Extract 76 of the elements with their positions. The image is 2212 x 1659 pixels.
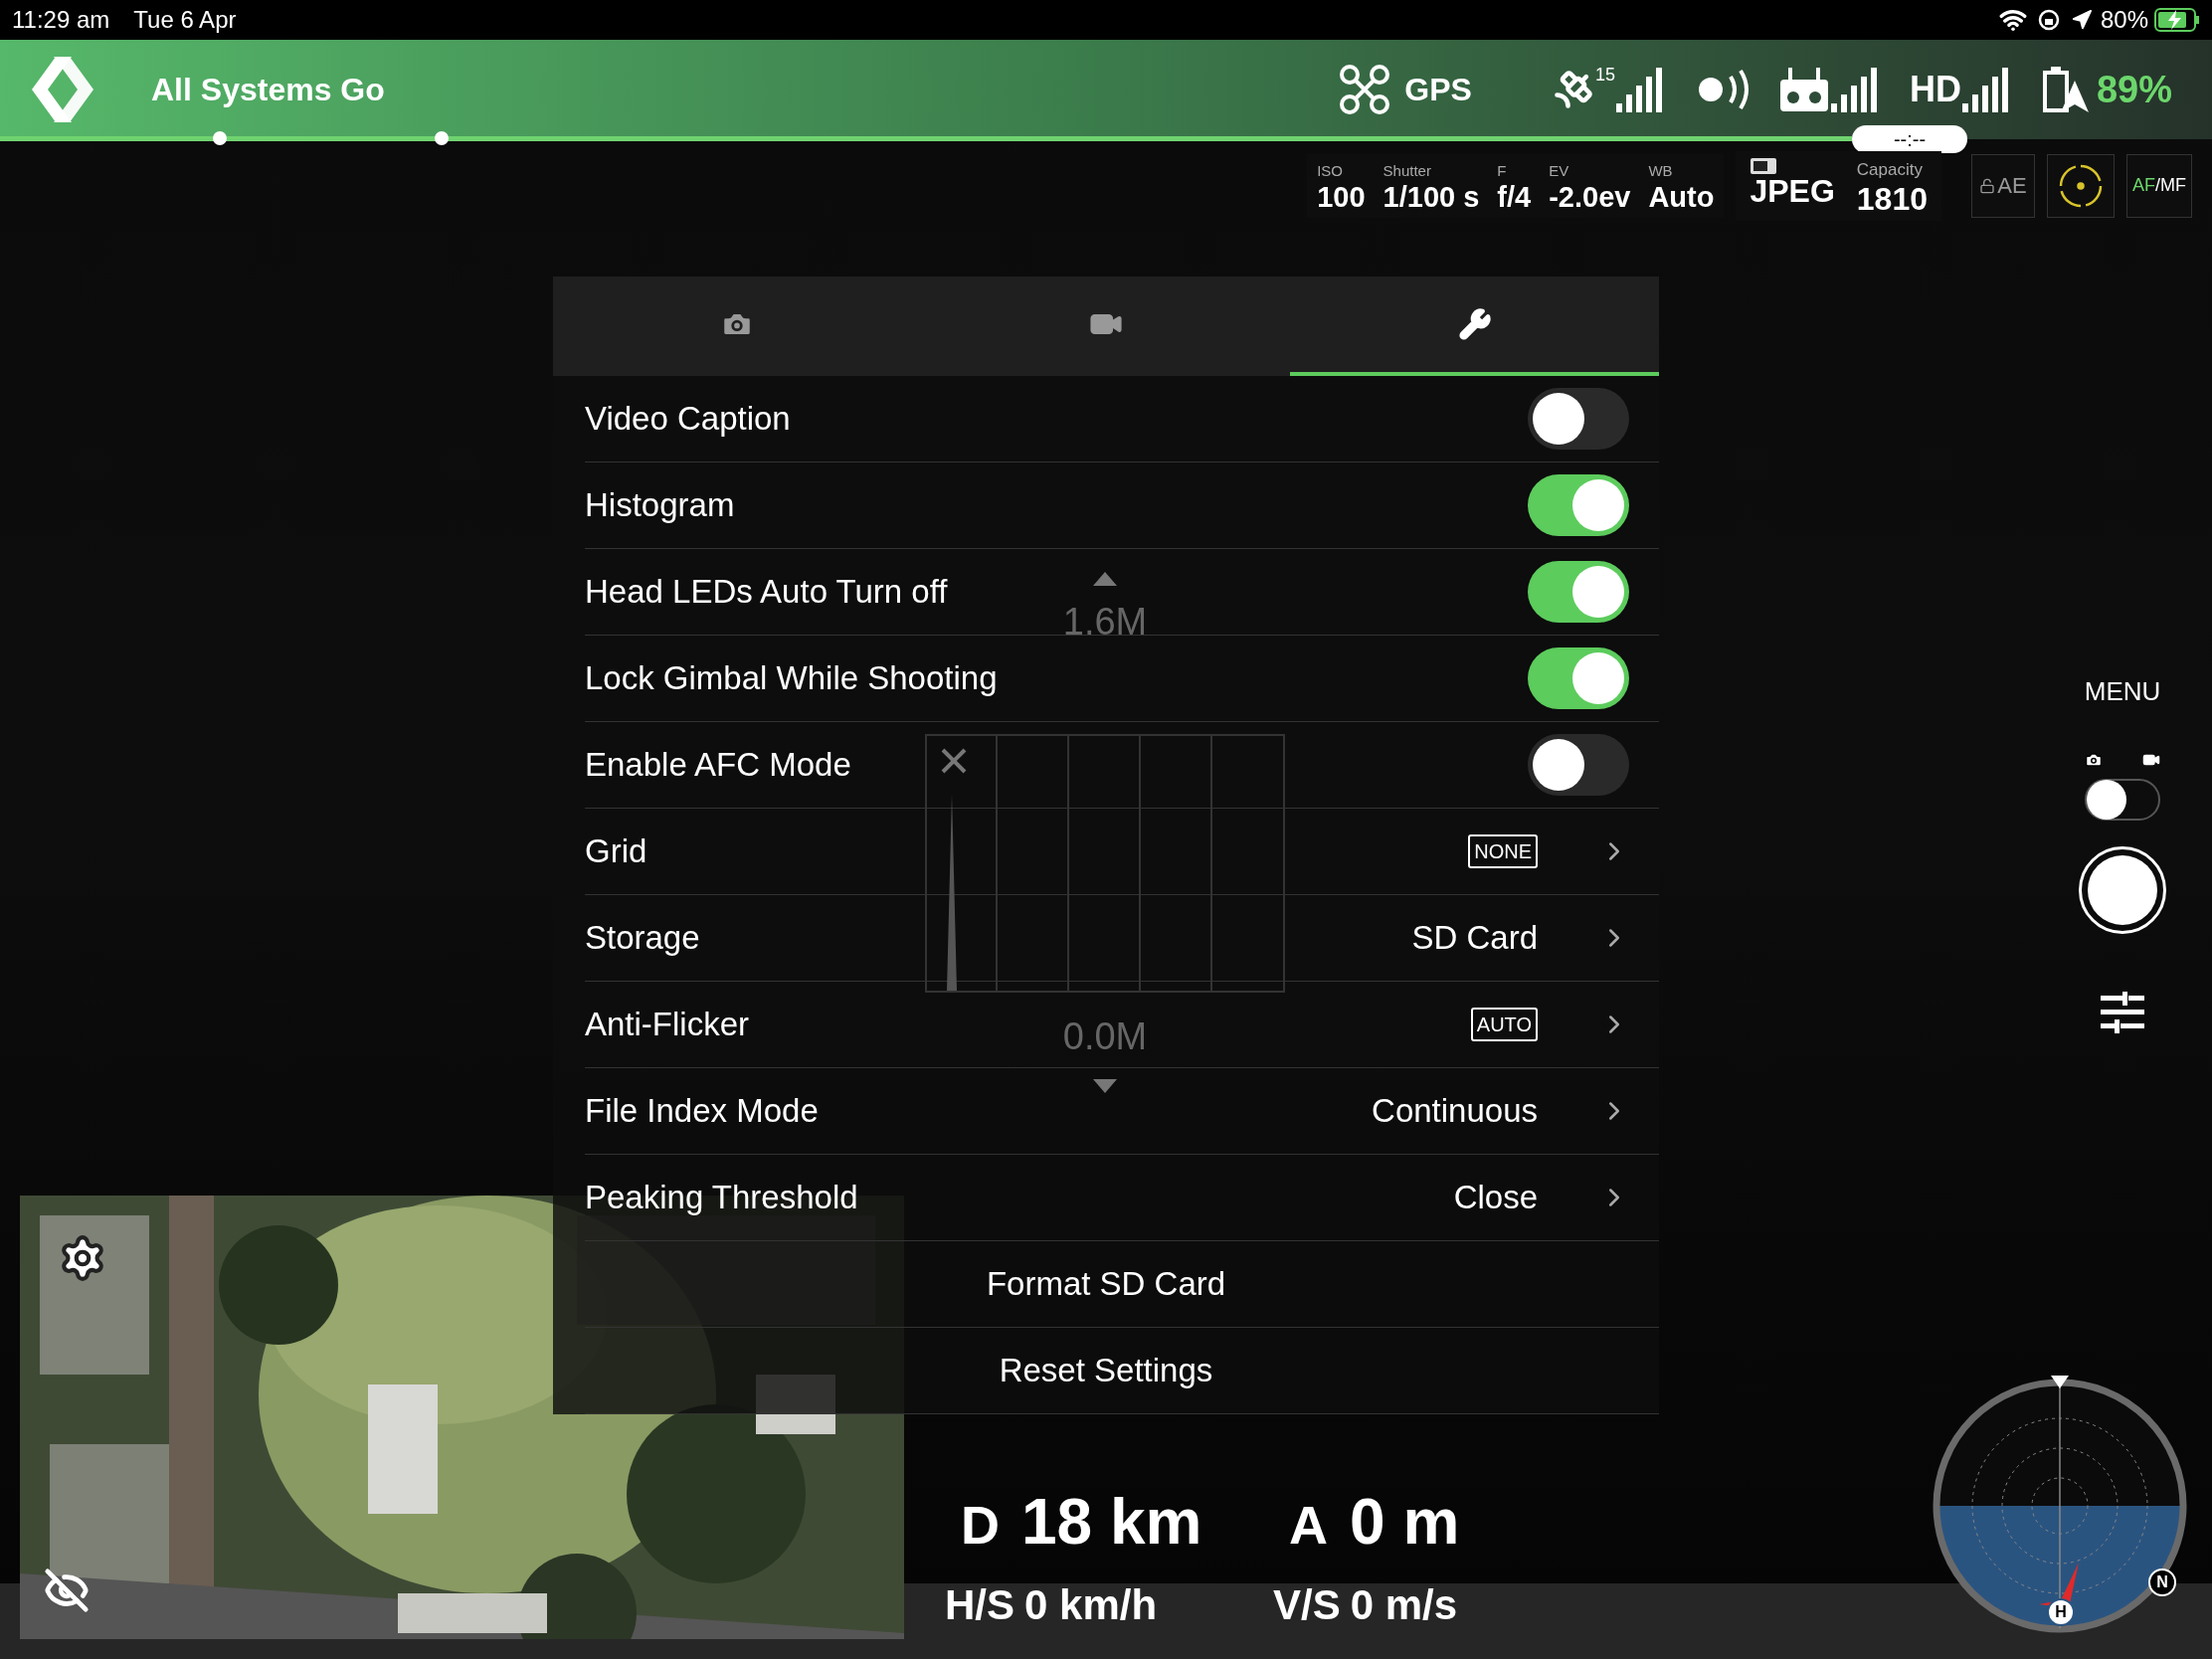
param-value: Auto (1648, 182, 1715, 212)
sliders-icon[interactable] (2101, 992, 2144, 1033)
focus-target-icon (2059, 163, 2103, 208)
param-label: Shutter (1382, 161, 1432, 181)
speed-value: 0 m/s (1350, 1580, 1458, 1630)
param-label: Capacity (1856, 159, 1924, 181)
satellite-count: 15 (1594, 64, 1615, 87)
wrench-icon (1457, 307, 1492, 341)
param-value: 100 (1317, 182, 1366, 212)
aircraft-battery-icon (2040, 65, 2091, 114)
separator-slash: / (2155, 174, 2160, 198)
setting-value[interactable]: Close (1453, 1173, 1538, 1222)
focus-target-button[interactable] (2047, 153, 2115, 218)
scroll-down-arrow-icon (1093, 1079, 1117, 1093)
setting-label: Enable AFC Mode (585, 745, 851, 786)
flight-time-pill: --:-- (1852, 125, 1967, 153)
focus-mode-switch[interactable]: AF/MF (2126, 153, 2192, 218)
telemetry-label: A (1289, 1494, 1328, 1557)
param-label: F (1497, 161, 1508, 181)
setting-label: Storage (585, 918, 700, 959)
unlock-icon (1979, 177, 1996, 194)
histogram-max-label: 1.6M (1062, 600, 1148, 645)
date-text: Tue 6 Apr (133, 5, 237, 35)
shutter-button[interactable] (2079, 846, 2166, 934)
scroll-up-arrow-icon (1093, 572, 1117, 586)
setting-value-badge[interactable]: AUTO (1470, 1008, 1538, 1041)
speed-value: 0 km/h (1024, 1580, 1158, 1630)
param-label: ISO (1317, 161, 1344, 181)
location-arrow-icon (2070, 9, 2093, 31)
settings-action[interactable]: Format SD Card (585, 1259, 1629, 1309)
speed-label: V/S (1273, 1580, 1341, 1630)
param-value: 1810 (1856, 182, 1928, 215)
telemetry-value: 0 m (1350, 1485, 1460, 1560)
telemetry-label: D (961, 1494, 1000, 1557)
speed-label: H/S (945, 1580, 1014, 1630)
param-label: EV (1549, 161, 1570, 181)
photo-format: JPEG (1750, 175, 1835, 207)
setting-label: Anti-Flicker (585, 1005, 750, 1045)
focus-mode-option[interactable]: AF (2132, 172, 2155, 200)
setting-value[interactable]: SD Card (1411, 913, 1538, 963)
settings-action[interactable]: Reset Settings (585, 1346, 1629, 1395)
drone-icon (1339, 64, 1391, 115)
sd-card-icon (1750, 157, 1778, 175)
ae-lock-button[interactable]: AE (1971, 153, 2035, 218)
setting-label: Video Caption (585, 399, 791, 440)
setting-label: Histogram (585, 485, 735, 526)
controller-signal-icon (1829, 67, 1880, 112)
remote-controller-icon (1777, 66, 1830, 113)
battery-charging-icon (2154, 8, 2200, 32)
battery-percentage: 80% (2100, 5, 2148, 35)
gps-signal-icon (1614, 67, 1665, 112)
hide-map-icon[interactable] (44, 1567, 90, 1613)
camera-icon (2085, 751, 2103, 769)
system-status-text: All Systems Go (151, 71, 385, 109)
setting-label: Peaking Threshold (585, 1178, 858, 1218)
setting-label: Head LEDs Auto Turn off (585, 572, 948, 613)
flight-mode-text: GPS (1404, 71, 1472, 109)
focus-mode-option[interactable]: MF (2160, 172, 2186, 200)
rotation-lock-icon (2036, 8, 2061, 32)
clock-time: 11:29 am (12, 5, 110, 35)
param-label: WB (1648, 161, 1674, 181)
video-link-label: HD (1909, 68, 1961, 111)
setting-label: Lock Gimbal While Shooting (585, 658, 998, 699)
aircraft-battery-percentage: 89% (2096, 67, 2172, 112)
param-value: -2.0ev (1549, 182, 1631, 212)
capture-mode-switch[interactable] (2085, 779, 2160, 821)
setting-label: File Index Mode (585, 1091, 819, 1132)
telemetry-value: 18 km (1021, 1485, 1202, 1560)
param-value: f/4 (1497, 182, 1532, 212)
setting-value[interactable]: Continuous (1372, 1086, 1538, 1136)
video-signal-icon (1960, 67, 2011, 112)
setting-label: Grid (585, 831, 647, 872)
setting-value-badge[interactable]: NONE (1468, 834, 1538, 868)
histogram-min-label: 0.0M (1062, 1014, 1148, 1059)
menu-button[interactable]: MENU (2084, 672, 2161, 711)
param-value: 1/100 s (1382, 182, 1480, 212)
